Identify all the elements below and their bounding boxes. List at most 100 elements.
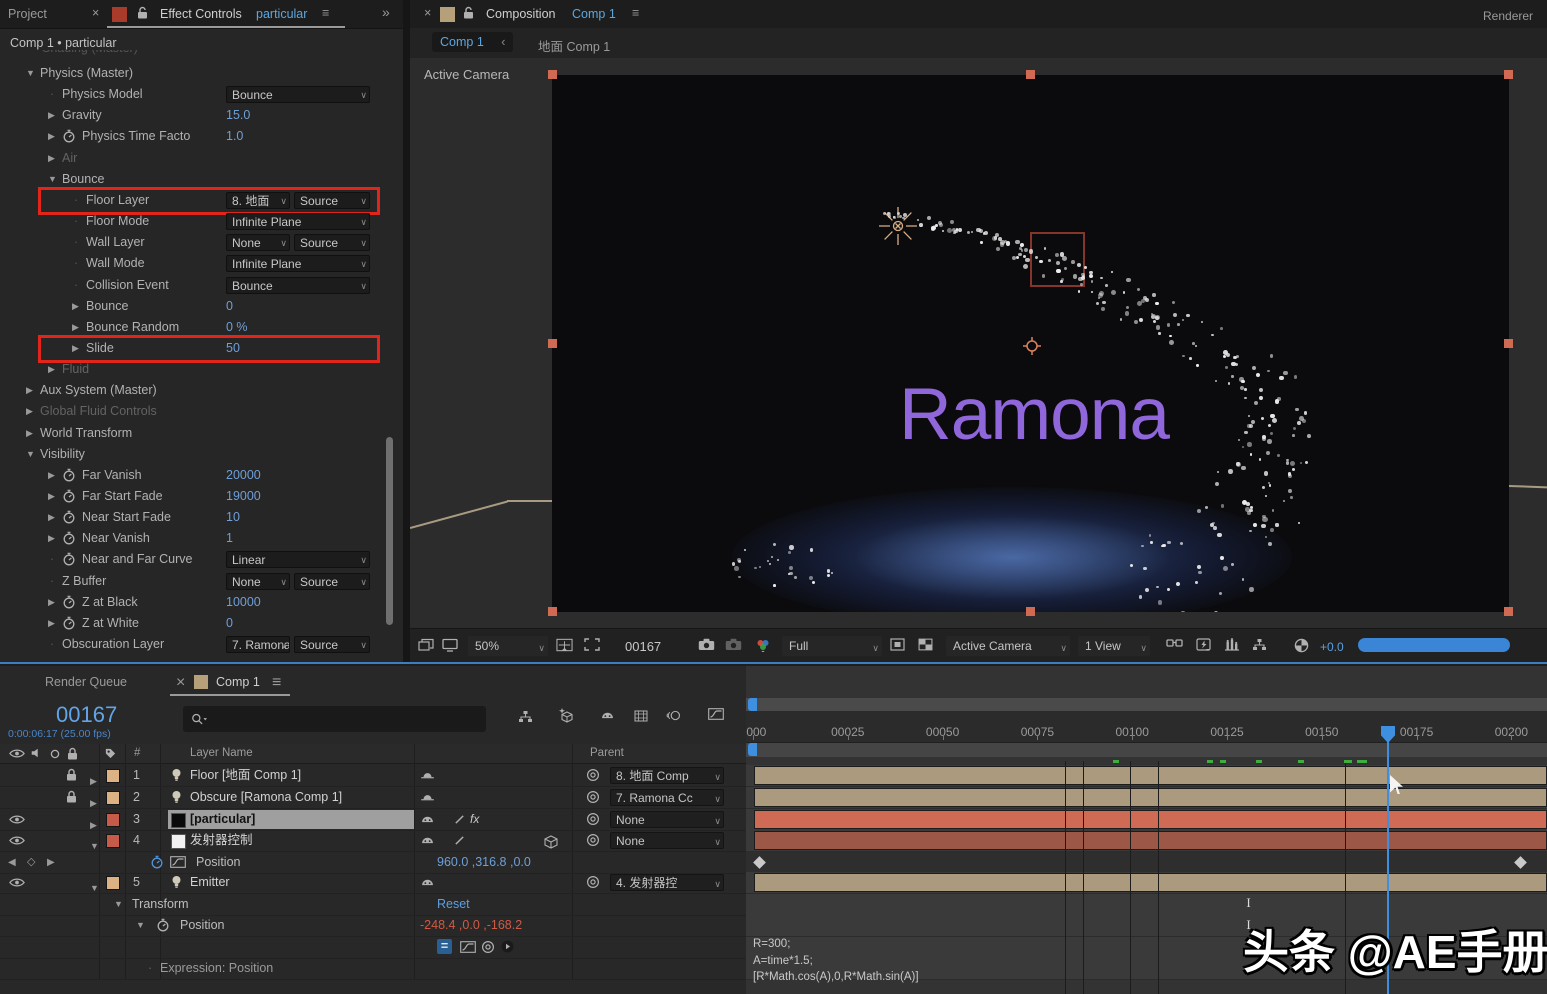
work-area-bar[interactable]: [746, 743, 1547, 757]
twirl-open-icon[interactable]: ▼: [114, 894, 123, 915]
param-value[interactable]: 1: [226, 528, 233, 549]
param-dropdown[interactable]: 7. Ramona∨: [226, 636, 290, 653]
breadcrumb-back-icon[interactable]: ‹: [501, 35, 505, 49]
collapse-switch-icon[interactable]: [420, 792, 435, 801]
magnification-dropdown[interactable]: 50%∨: [468, 636, 548, 656]
timeline-navigator[interactable]: [746, 698, 1547, 711]
layer-bar-4[interactable]: [754, 831, 1547, 850]
twirl-closed-icon[interactable]: ▶: [48, 613, 55, 634]
effect-row-aux-system-master-[interactable]: ▶Aux System (Master): [0, 380, 396, 401]
comp-panel-menu-icon[interactable]: ≡: [632, 6, 639, 20]
project-tab-close-icon[interactable]: ×: [92, 6, 99, 20]
param-source-dropdown[interactable]: Source∨: [294, 636, 370, 653]
effect-target-name[interactable]: particular: [256, 7, 307, 21]
twirl-closed-icon[interactable]: ▶: [48, 465, 55, 486]
selection-handle[interactable]: [1504, 607, 1513, 616]
breadcrumb-parent-comp[interactable]: 地面 Comp 1: [538, 36, 610, 55]
twirl-closed-icon[interactable]: ▶: [26, 401, 33, 422]
param-source-dropdown[interactable]: Source∨: [294, 234, 370, 251]
stopwatch-icon[interactable]: [62, 595, 76, 609]
panel-menu-icon[interactable]: ≡: [322, 6, 329, 20]
layer-bar-1[interactable]: [754, 766, 1547, 785]
view-layout-3d-dropdown[interactable]: Active Camera∨: [946, 636, 1070, 656]
fx-switch-icon[interactable]: fx: [470, 809, 479, 830]
layer-bar-3[interactable]: [754, 810, 1547, 829]
stopwatch-icon[interactable]: [62, 552, 76, 566]
work-area-start-handle[interactable]: [748, 743, 757, 756]
param-value[interactable]: 20000: [226, 465, 261, 486]
effect-row-z-at-white[interactable]: ▶Z at White0: [0, 613, 396, 634]
param-value[interactable]: 0: [226, 296, 233, 317]
snapshot-icon[interactable]: [698, 638, 715, 651]
stopwatch-icon[interactable]: [62, 489, 76, 503]
effect-row-physics-time-facto[interactable]: ▶Physics Time Facto1.0: [0, 126, 396, 147]
param-dropdown[interactable]: Linear∨: [226, 551, 370, 568]
effect-row-bounce[interactable]: ▶Bounce0: [0, 296, 396, 317]
selection-handle[interactable]: [1504, 70, 1513, 79]
layer-label-swatch[interactable]: [106, 876, 120, 890]
param-dropdown[interactable]: None∨: [226, 234, 290, 251]
graph-toggle-icon[interactable]: [170, 856, 186, 868]
channels-icon[interactable]: [755, 638, 771, 652]
param-value[interactable]: 50: [226, 338, 240, 359]
param-value[interactable]: 10: [226, 507, 240, 528]
effect-row-fluid[interactable]: ▶Fluid: [0, 359, 396, 380]
shy-switch-icon[interactable]: [420, 814, 435, 823]
panel-divider[interactable]: [403, 0, 410, 663]
param-dropdown[interactable]: Bounce∨: [226, 86, 370, 103]
effect-row-world-transform[interactable]: ▶World Transform: [0, 423, 396, 444]
expression-position-value[interactable]: -248.4 ,0.0 ,-168.2: [420, 915, 522, 936]
panel-overflow-icon[interactable]: »: [382, 4, 390, 20]
fast-previews-icon[interactable]: [1196, 638, 1211, 651]
twirl-closed-icon[interactable]: ▶: [26, 423, 33, 444]
show-snapshot-icon[interactable]: [725, 638, 742, 651]
unlock-icon[interactable]: [462, 6, 475, 20]
view-count-dropdown[interactable]: 1 View∨: [1078, 636, 1150, 656]
comp-tab-close-icon[interactable]: ×: [424, 6, 431, 20]
twirl-closed-icon[interactable]: ▶: [72, 296, 79, 317]
shy-switch-icon[interactable]: [420, 877, 435, 886]
transparency-grid-icon[interactable]: [918, 638, 933, 651]
exposure-progress-bar[interactable]: [1358, 638, 1510, 652]
expression-pickwhip-icon[interactable]: [481, 940, 495, 954]
twirl-closed-icon[interactable]: ▶: [72, 317, 79, 338]
twirl-closed-icon[interactable]: ▶: [26, 380, 33, 401]
parent-dropdown[interactable]: None∨: [610, 832, 724, 849]
layer-label-swatch[interactable]: [106, 769, 120, 783]
effect-row-far-start-fade[interactable]: ▶Far Start Fade19000: [0, 486, 396, 507]
timeline-tab-close-icon[interactable]: ×: [176, 674, 185, 692]
layer-name[interactable]: [particular]: [190, 809, 255, 830]
tab-timeline-comp[interactable]: Comp 1: [216, 675, 260, 689]
selection-handle[interactable]: [1026, 70, 1035, 79]
parent-dropdown[interactable]: 4. 发射器控∨: [610, 874, 724, 891]
hide-shy-layers-icon[interactable]: [600, 710, 615, 719]
effect-row-physics-master-[interactable]: ▼Physics (Master): [0, 63, 396, 84]
layer-lock-icon[interactable]: [65, 790, 78, 804]
param-value[interactable]: 1.0: [226, 126, 243, 147]
search-icon[interactable]: [191, 712, 207, 726]
param-source-dropdown[interactable]: Source∨: [294, 573, 370, 590]
effect-row-bounce-random[interactable]: ▶Bounce Random0 %: [0, 317, 396, 338]
tab-effect-controls[interactable]: Effect Controls: [160, 7, 242, 21]
current-frame-display[interactable]: 00167: [56, 702, 117, 728]
timeline-tab-menu-icon[interactable]: ≡: [272, 674, 281, 692]
layer-bar-2[interactable]: [754, 788, 1547, 807]
effect-row-far-vanish[interactable]: ▶Far Vanish20000: [0, 465, 396, 486]
twirl-closed-icon[interactable]: ▶: [48, 592, 55, 613]
twirl-closed-icon[interactable]: ▶: [48, 105, 55, 126]
param-value[interactable]: 0 %: [226, 317, 248, 338]
pixel-aspect-icon[interactable]: [1166, 638, 1183, 649]
video-eye-toggle[interactable]: [9, 835, 25, 846]
parent-dropdown[interactable]: 7. Ramona Cc∨: [610, 789, 724, 806]
stopwatch-active-icon[interactable]: [150, 855, 164, 869]
cube-switch-icon[interactable]: [544, 835, 558, 849]
effect-row-physics-model[interactable]: ·Physics ModelBounce∨: [0, 84, 396, 105]
resolution-dropdown[interactable]: Full∨: [782, 636, 882, 656]
shy-switch-icon[interactable]: [420, 835, 435, 844]
show-post-expression-graph-icon[interactable]: [460, 941, 476, 953]
parent-pickwhip-icon[interactable]: [586, 875, 600, 889]
parent-dropdown[interactable]: None∨: [610, 811, 724, 828]
quality-switch-icon[interactable]: [454, 814, 465, 825]
prev-keyframe-icon[interactable]: ◀: [8, 852, 16, 873]
effect-row-z-buffer[interactable]: ·Z BufferNone∨Source∨: [0, 571, 396, 592]
